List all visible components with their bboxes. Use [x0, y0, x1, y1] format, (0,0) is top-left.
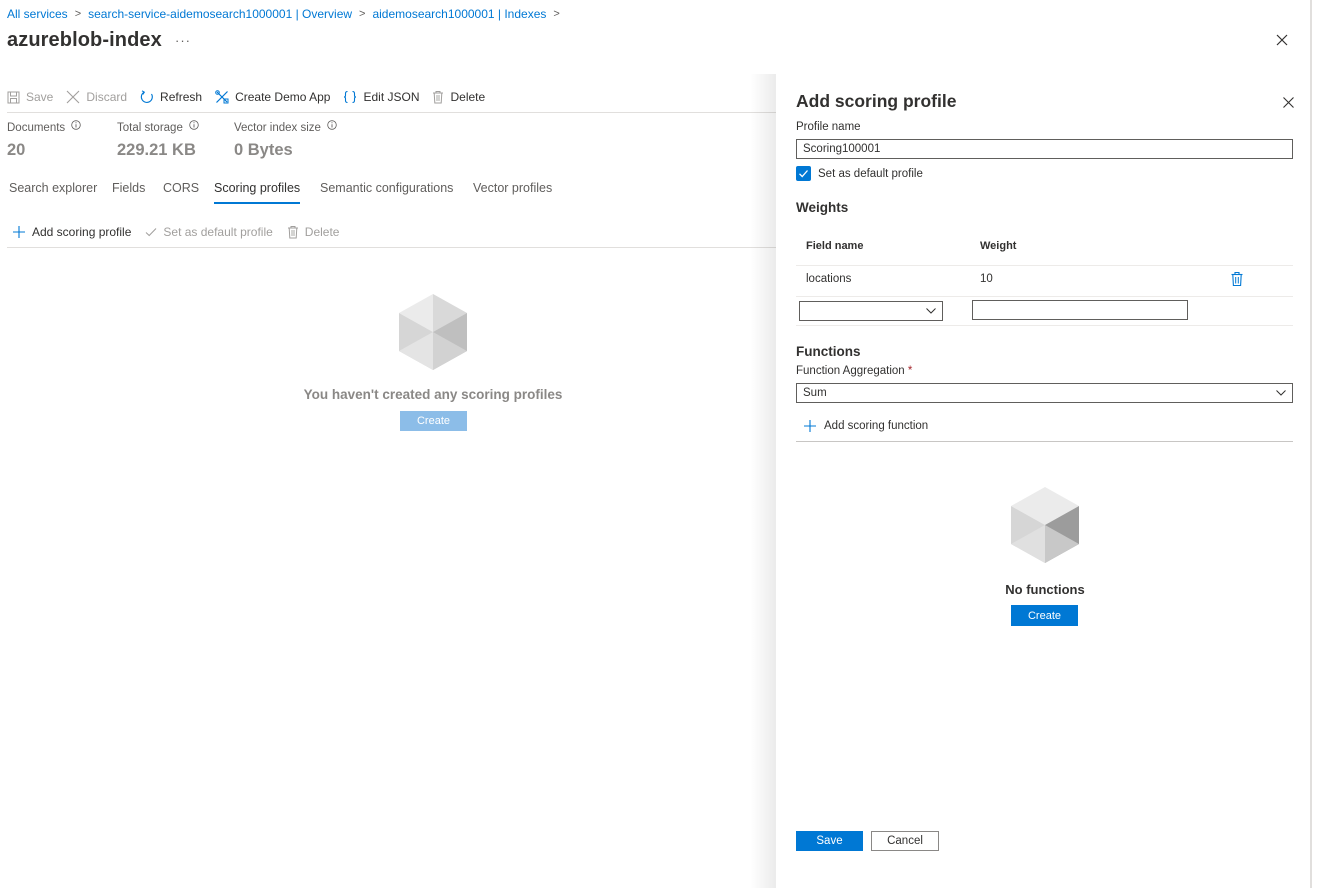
delete-profile-button[interactable]: Delete	[287, 225, 339, 239]
empty-state-text: You haven't created any scoring profiles	[303, 387, 563, 402]
discard-button[interactable]: Discard	[66, 90, 127, 104]
default-profile-checkbox[interactable]	[796, 166, 811, 181]
no-functions-text: No functions	[1005, 582, 1085, 597]
stat-storage: Total storage 229.21 KB	[117, 120, 199, 160]
tab-cors[interactable]: CORS	[163, 181, 199, 195]
stat-vector-value: 0 Bytes	[234, 141, 293, 159]
add-scoring-profile-button[interactable]: Add scoring profile	[12, 225, 131, 239]
delete-icon	[287, 226, 298, 239]
grid-divider	[796, 296, 1293, 297]
functions-divider	[796, 441, 1293, 442]
scoring-command-bar: Add scoring profile Set as default profi…	[12, 224, 353, 240]
new-weight-field-dropdown[interactable]	[799, 301, 943, 321]
delete-weight-icon[interactable]	[1230, 271, 1244, 287]
close-icon[interactable]	[1274, 32, 1290, 48]
chevron-right-icon: >	[553, 8, 560, 20]
tab-vector-profiles[interactable]: Vector profiles	[473, 181, 552, 195]
create-function-button[interactable]: Create	[1011, 605, 1078, 626]
set-default-profile-button[interactable]: Set as default profile	[145, 225, 273, 239]
save-button[interactable]: Save	[796, 831, 863, 851]
add-scoring-function-button[interactable]: Add scoring function	[803, 419, 928, 433]
aggregation-dropdown[interactable]: Sum	[796, 383, 1293, 403]
stat-documents-label: Documents	[7, 122, 66, 134]
json-icon	[344, 90, 357, 104]
check-icon	[799, 170, 808, 178]
new-weight-input[interactable]	[972, 300, 1188, 320]
weight-row-field: locations	[806, 273, 852, 285]
stat-storage-label: Total storage	[117, 122, 183, 134]
delete-button[interactable]: Delete	[432, 90, 485, 104]
edit-json-button[interactable]: Edit JSON	[343, 90, 419, 104]
info-icon[interactable]	[71, 120, 81, 130]
add-scoring-profile-panel: Add scoring profile Profile name Set as …	[776, 74, 1310, 888]
panel-shadow	[750, 74, 776, 888]
page-title: azureblob-index	[7, 29, 162, 51]
weight-row-value: 10	[980, 273, 993, 285]
stat-documents-value: 20	[7, 141, 26, 159]
breadcrumb: All services > search-service-aidemosear…	[7, 6, 567, 22]
stat-vector: Vector index size 0 Bytes	[234, 120, 337, 160]
profile-name-input[interactable]	[796, 139, 1293, 159]
refresh-icon	[140, 90, 153, 103]
toolbar-divider	[7, 112, 776, 113]
refresh-button[interactable]: Refresh	[140, 90, 202, 104]
info-icon[interactable]	[189, 120, 199, 130]
window-edge	[1310, 0, 1312, 888]
tab-scoring-profiles[interactable]: Scoring profiles	[214, 181, 301, 204]
tab-search-explorer[interactable]: Search explorer	[9, 181, 97, 195]
create-demo-app-button[interactable]: Create Demo App	[215, 90, 330, 104]
aggregation-value: Sum	[803, 387, 827, 399]
profile-name-label: Profile name	[796, 121, 861, 133]
check-icon	[146, 228, 157, 237]
chevron-right-icon: >	[359, 8, 366, 20]
chevron-right-icon: >	[74, 8, 82, 20]
breadcrumb-search-service[interactable]: search-service-aidemosearch1000001 | Ove…	[88, 7, 352, 21]
info-icon[interactable]	[327, 120, 337, 130]
default-profile-label: Set as default profile	[818, 168, 923, 180]
breadcrumb-all-services[interactable]: All services	[7, 7, 68, 21]
save-button[interactable]: Save	[7, 90, 53, 104]
chevron-down-icon	[926, 308, 936, 314]
close-icon[interactable]	[1282, 96, 1295, 109]
discard-icon	[66, 90, 80, 104]
aggregation-label: Function Aggregation *	[796, 365, 913, 377]
weights-header-weight: Weight	[980, 240, 1017, 252]
add-icon	[13, 226, 25, 238]
delete-icon	[433, 91, 444, 104]
subtoolbar-divider	[7, 247, 776, 248]
weights-title: Weights	[796, 200, 849, 215]
stat-storage-value: 229.21 KB	[117, 141, 196, 159]
panel-title: Add scoring profile	[796, 91, 957, 111]
save-icon	[7, 91, 20, 103]
command-bar: Save Discard Refresh Create Demo App Edi…	[7, 88, 498, 106]
tab-semantic-configurations[interactable]: Semantic configurations	[320, 181, 453, 195]
required-marker: *	[907, 365, 913, 377]
more-icon[interactable]: ···	[175, 33, 191, 48]
grid-divider	[796, 325, 1293, 326]
demo-app-icon	[215, 90, 229, 104]
stat-documents: Documents 20	[7, 120, 81, 160]
cube-icon	[399, 294, 467, 370]
breadcrumb-indexes[interactable]: aidemosearch1000001 | Indexes	[372, 7, 546, 21]
functions-title: Functions	[796, 344, 861, 359]
cancel-button[interactable]: Cancel	[871, 831, 939, 851]
create-profile-button[interactable]: Create	[400, 411, 467, 431]
grid-divider	[796, 265, 1293, 266]
tab-fields[interactable]: Fields	[112, 181, 145, 195]
chevron-down-icon	[1276, 390, 1286, 396]
stat-vector-label: Vector index size	[234, 122, 321, 134]
weights-header-field: Field name	[806, 240, 864, 252]
add-icon	[804, 420, 816, 432]
cube-icon	[1011, 487, 1079, 563]
